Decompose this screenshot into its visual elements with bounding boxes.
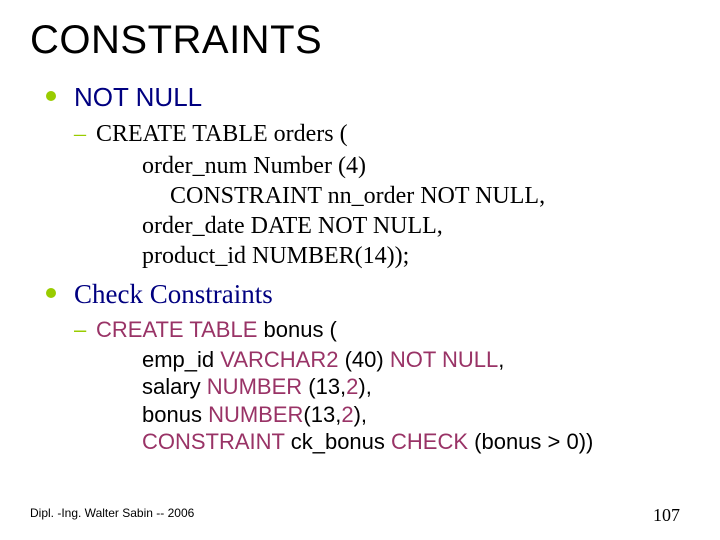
heading-not-null: NOT NULL [74, 82, 202, 112]
sub-bullet-create-bonus: – CREATE TABLE bonus ( [74, 316, 690, 344]
bullet-icon [46, 91, 56, 101]
code-line: CONSTRAINT nn_order NOT NULL, [114, 181, 690, 211]
slide-content: NOT NULL – CREATE TABLE orders ( order_n… [46, 82, 690, 456]
dash-icon: – [74, 119, 86, 149]
spacer [46, 271, 690, 279]
code-bonus-body: emp_id VARCHAR2 (40) NOT NULL, salary NU… [114, 346, 690, 456]
slide-title: CONSTRAINTS [30, 18, 322, 63]
bullet-check-constraints: Check Constraints [46, 279, 690, 310]
dash-icon: – [74, 316, 86, 344]
footer-page-number: 107 [653, 505, 680, 526]
bullet-icon [46, 288, 56, 298]
code-line: order_date DATE NOT NULL, [114, 211, 690, 241]
code-orders-body: order_num Number (4) CONSTRAINT nn_order… [114, 151, 690, 271]
bullet-not-null: NOT NULL [46, 82, 690, 113]
heading-check-constraints: Check Constraints [74, 279, 273, 309]
sub-bullet-create-orders: – CREATE TABLE orders ( [74, 119, 690, 149]
code-line: order_num Number (4) [114, 151, 690, 181]
code-line: CONSTRAINT ck_bonus CHECK (bonus > 0)) [114, 428, 690, 456]
code-create-bonus-kw: CREATE TABLE [96, 317, 257, 342]
code-create-orders: CREATE TABLE orders ( [96, 121, 348, 147]
slide: CONSTRAINTS NOT NULL – CREATE TABLE orde… [0, 0, 720, 540]
code-line: emp_id VARCHAR2 (40) NOT NULL, [114, 346, 690, 374]
code-line: bonus NUMBER(13,2), [114, 401, 690, 429]
code-line: salary NUMBER (13,2), [114, 373, 690, 401]
code-line: product_id NUMBER(14)); [114, 241, 690, 271]
code-create-bonus-rest: bonus ( [257, 317, 337, 342]
footer-author: Dipl. -Ing. Walter Sabin -- 2006 [30, 506, 194, 520]
